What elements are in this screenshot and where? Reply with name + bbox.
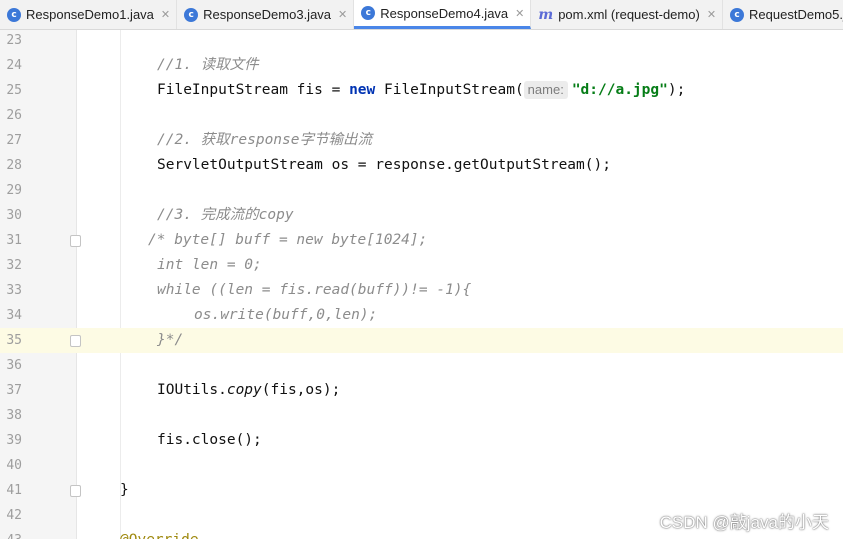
tab-label: ResponseDemo4.java — [380, 5, 509, 21]
code-line[interactable]: 24 //1. 读取文件 — [0, 53, 843, 78]
code-line[interactable]: 26 — [0, 103, 843, 128]
line-number: 42 — [6, 508, 22, 523]
close-icon[interactable]: ✕ — [707, 8, 716, 21]
code-part: FileInputStream fis = new FileInputStrea… — [157, 82, 524, 98]
editor-tab-bar: c ResponseDemo1.java ✕ c ResponseDemo3.j… — [0, 0, 843, 30]
code-line[interactable]: 41 } — [0, 478, 843, 503]
code-text: FileInputStream fis = new FileInputStrea… — [157, 78, 685, 103]
code-line[interactable]: 40 — [0, 453, 843, 478]
line-number: 23 — [6, 33, 22, 48]
code-line[interactable]: 25 FileInputStream fis = new FileInputSt… — [0, 78, 843, 103]
line-number: 34 — [6, 308, 22, 323]
code-comment: }*/ — [157, 332, 184, 348]
line-number: 24 — [6, 58, 22, 73]
tab-responsedemo4[interactable]: c ResponseDemo4.java ✕ — [354, 0, 532, 29]
csdn-watermark: CSDN @敲java的小天 — [659, 513, 829, 532]
code-part: ); — [667, 82, 686, 98]
line-number: 31 — [6, 233, 22, 248]
line-number: 38 — [6, 408, 22, 423]
line-number: 26 — [6, 108, 22, 123]
code-line[interactable]: 31 /* byte[] buff = new byte[1024]; — [0, 228, 843, 253]
line-number: 27 — [6, 133, 22, 148]
current-code-line[interactable]: 35 }*/ — [0, 328, 843, 353]
line-number: 30 — [6, 208, 22, 223]
code-line[interactable]: 39 fis.close(); — [0, 428, 843, 453]
line-number: 33 — [6, 283, 22, 298]
code-line[interactable]: 23 — [0, 28, 843, 53]
java-class-icon: c — [730, 7, 745, 22]
code-text: ServletOutputStream os = response.getOut… — [157, 157, 611, 173]
close-icon[interactable]: ✕ — [338, 8, 347, 21]
code-line[interactable]: 32 int len = 0; — [0, 253, 843, 278]
string-literal: "d://a.jpg" — [571, 82, 668, 98]
line-number: 37 — [6, 383, 22, 398]
code-line[interactable]: 34 os.write(buff,0,len); — [0, 303, 843, 328]
code-comment: //2. 获取response字节输出流 — [157, 132, 372, 148]
line-number: 41 — [6, 483, 22, 498]
code-comment: //3. 完成流的copy — [157, 207, 294, 223]
tab-label: ResponseDemo1.java — [26, 7, 154, 22]
line-number: 32 — [6, 258, 22, 273]
code-line[interactable]: 27 //2. 获取response字节输出流 — [0, 128, 843, 153]
line-number: 29 — [6, 183, 22, 198]
line-number: 28 — [6, 158, 22, 173]
line-number: 35 — [6, 333, 22, 348]
code-line[interactable]: 30 //3. 完成流的copy — [0, 203, 843, 228]
java-class-icon: c — [184, 7, 199, 22]
code-comment: os.write(buff,0,len); — [194, 307, 378, 323]
code-line[interactable]: 28 ServletOutputStream os = response.get… — [0, 153, 843, 178]
line-number: 25 — [6, 83, 22, 98]
code-text: fis.close(); — [157, 432, 262, 448]
code-comment: int len = 0; — [157, 257, 262, 273]
java-class-icon: c — [7, 7, 21, 22]
close-icon[interactable]: ✕ — [515, 7, 524, 20]
code-comment: /* byte[] buff = new byte[1024]; — [148, 232, 428, 248]
line-number: 36 — [6, 358, 22, 373]
tab-responsedemo1[interactable]: c ResponseDemo1.java ✕ — [0, 0, 178, 29]
line-number: 39 — [6, 433, 22, 448]
line-number: 40 — [6, 458, 22, 473]
maven-icon: m — [538, 6, 554, 23]
code-comment: //1. 读取文件 — [157, 57, 259, 73]
tab-label: ResponseDemo3.java — [203, 7, 332, 22]
fold-icon[interactable] — [70, 485, 81, 497]
close-icon[interactable]: ✕ — [161, 8, 170, 21]
tab-responsedemo3[interactable]: c ResponseDemo3.java ✕ — [177, 0, 355, 29]
fold-icon[interactable] — [70, 335, 81, 347]
code-line[interactable]: 36 — [0, 353, 843, 378]
code-line[interactable]: 33 while ((len = fis.read(buff))!= -1){ — [0, 278, 843, 303]
java-class-icon: c — [361, 6, 376, 20]
tab-requestdemo5[interactable]: c RequestDemo5.java — [723, 0, 843, 29]
tab-label: pom.xml (request-demo) — [558, 7, 700, 22]
code-text: IOUtils.copy(fis,os); — [157, 382, 341, 398]
parameter-hint: name: — [523, 81, 568, 99]
code-line[interactable]: 38 — [0, 403, 843, 428]
fold-icon[interactable] — [70, 235, 81, 247]
annotation-text: @Override — [120, 528, 199, 539]
code-comment: while ((len = fis.read(buff))!= -1){ — [157, 282, 472, 298]
code-line[interactable]: 29 — [0, 178, 843, 203]
code-text: } — [120, 482, 129, 498]
tab-label: RequestDemo5.java — [749, 7, 843, 22]
code-line[interactable]: 37 IOUtils.copy(fis,os); — [0, 378, 843, 403]
line-number: 43 — [0, 528, 22, 539]
tab-pom-xml[interactable]: m pom.xml (request-demo) ✕ — [531, 0, 724, 29]
